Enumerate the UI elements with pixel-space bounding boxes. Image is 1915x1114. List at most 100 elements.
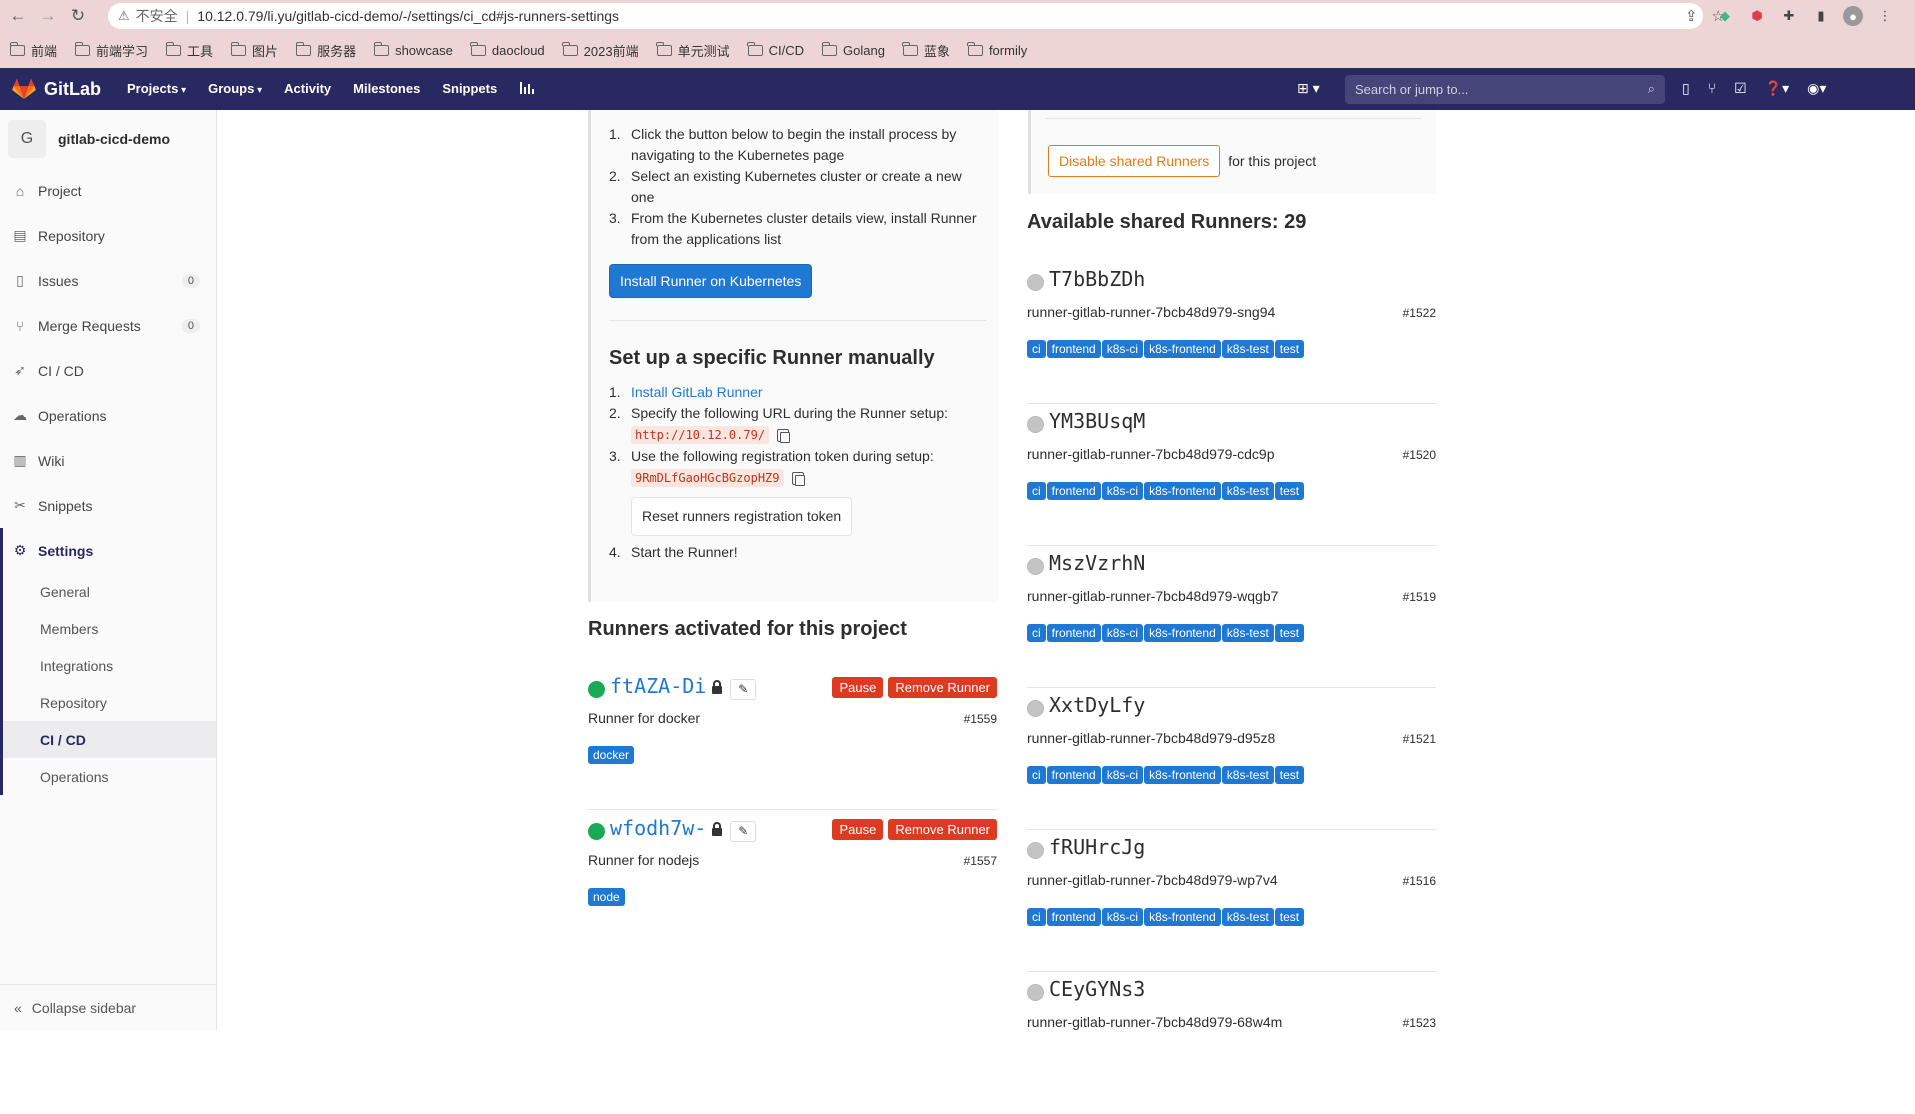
runner-id: #1523 bbox=[1402, 1016, 1436, 1030]
folder-icon bbox=[821, 41, 837, 56]
bookmark-folder[interactable]: 图片 bbox=[230, 41, 278, 60]
sidebar-item-wiki[interactable]: ▥ Wiki bbox=[0, 438, 216, 483]
menu-kebab-icon[interactable]: ⋮ bbox=[1875, 6, 1895, 26]
activated-runner: ftAZA-Di ✎ Pause Remove Runner Runner for do… bbox=[588, 668, 997, 810]
disable-shared-runners-button[interactable]: Disable shared Runners bbox=[1048, 145, 1221, 177]
pause-runner-button[interactable]: Pause bbox=[832, 819, 884, 840]
folder-icon bbox=[470, 41, 486, 56]
bookmark-folder[interactable]: 单元测试 bbox=[656, 41, 730, 60]
copy-token-icon[interactable] bbox=[791, 471, 805, 486]
bookmark-folder[interactable]: 工具 bbox=[165, 41, 213, 60]
runner-description: runner-gitlab-runner-7bcb48d979-68w4m bbox=[1027, 1014, 1283, 1030]
folder-icon bbox=[74, 41, 91, 56]
settings-sub-ci-cd[interactable]: CI / CD bbox=[3, 721, 216, 758]
runner-name-link[interactable]: ftAZA-Di bbox=[610, 674, 706, 698]
runner-tag: k8s-ci bbox=[1101, 340, 1144, 358]
sidebar-item-settings[interactable]: ⚙ Settings bbox=[3, 528, 216, 573]
profile-avatar-icon[interactable]: ● bbox=[1843, 6, 1863, 26]
extension-shield-icon[interactable]: ⬢ bbox=[1747, 6, 1767, 26]
project-header[interactable]: G gitlab-cicd-demo bbox=[0, 110, 216, 168]
bookmark-folder[interactable]: 服务器 bbox=[295, 41, 356, 60]
runner-tag: frontend bbox=[1046, 766, 1101, 784]
bookmark-folder[interactable]: 2023前端 bbox=[562, 41, 639, 60]
remove-runner-button[interactable]: Remove Runner bbox=[888, 819, 997, 840]
status-offline-icon bbox=[1027, 699, 1044, 717]
forward-icon[interactable]: → bbox=[36, 4, 60, 28]
status-offline-icon bbox=[1027, 273, 1044, 291]
help-icon[interactable]: ❓▾ bbox=[1765, 80, 1789, 97]
edit-runner-button[interactable]: ✎ bbox=[730, 820, 757, 842]
extensions-puzzle-icon[interactable]: ✚ bbox=[1779, 6, 1799, 26]
url-text[interactable]: 10.12.0.79/li.yu/gitlab-cicd-demo/-/sett… bbox=[197, 8, 619, 24]
sidebar-item-ci-cd[interactable]: ➶ CI / CD bbox=[0, 348, 216, 393]
specific-runners-panel: 1. Click the button below to begin the in… bbox=[588, 110, 998, 602]
folder-icon bbox=[562, 41, 578, 56]
todos-icon[interactable]: ☑ bbox=[1734, 80, 1747, 97]
settings-sub-repository[interactable]: Repository bbox=[3, 684, 216, 721]
shared-runner: XxtDyLfy runner-gitlab-runner-7bcb48d979-… bbox=[1027, 688, 1436, 830]
project-name[interactable]: gitlab-cicd-demo bbox=[58, 131, 170, 147]
bookmark-folder[interactable]: showcase bbox=[373, 41, 453, 58]
bookmark-folder[interactable]: 前端学习 bbox=[74, 41, 148, 60]
nav-activity[interactable]: Activity bbox=[284, 81, 331, 98]
sidebar-item-label: Issues bbox=[38, 272, 79, 289]
runner-tags: ci frontend k8s-ci k8s-frontend k8s-test test bbox=[1027, 766, 1305, 784]
bookmark-folder[interactable]: Golang bbox=[821, 41, 885, 58]
sidebar-item-label: CI / CD bbox=[38, 362, 84, 379]
runner-description: Runner for docker bbox=[588, 710, 701, 726]
edit-runner-button[interactable]: ✎ bbox=[730, 678, 757, 700]
search-input[interactable]: Search or jump to... ⌕ bbox=[1345, 75, 1665, 104]
install-gitlab-runner-link[interactable]: Install GitLab Runner bbox=[631, 384, 763, 400]
repository-icon: ▤ bbox=[13, 227, 27, 243]
reset-token-button[interactable]: Reset runners registration token bbox=[631, 497, 853, 536]
reload-icon[interactable]: ↻ bbox=[66, 4, 90, 28]
nav-snippets[interactable]: Snippets bbox=[442, 81, 497, 98]
book-icon: ▥ bbox=[13, 452, 27, 468]
new-item-plus-icon[interactable]: ⊞ ▾ bbox=[1297, 80, 1320, 97]
user-avatar-icon[interactable]: ◉▾ bbox=[1807, 80, 1826, 97]
settings-sub-integrations[interactable]: Integrations bbox=[3, 647, 216, 684]
activated-runners-list: ftAZA-Di ✎ Pause Remove Runner Runner for do… bbox=[588, 668, 997, 952]
bookmark-folder[interactable]: formily bbox=[967, 41, 1027, 58]
merge-requests-header-icon[interactable]: ⑂ bbox=[1708, 80, 1716, 97]
bookmark-folder[interactable]: 前端 bbox=[9, 41, 57, 60]
sidebar-item-project[interactable]: ⌂ Project bbox=[0, 168, 216, 213]
sidebar-item-snippets[interactable]: ✂ Snippets bbox=[0, 483, 216, 528]
sidebar-item-issues[interactable]: ▯ Issues 0 bbox=[0, 258, 216, 303]
pause-runner-button[interactable]: Pause bbox=[832, 677, 884, 698]
gitlab-logo[interactable]: GitLab bbox=[12, 78, 101, 100]
runner-tag: test bbox=[1274, 766, 1305, 784]
folder-icon bbox=[9, 41, 25, 56]
copy-url-icon[interactable] bbox=[777, 428, 791, 443]
nav-milestones[interactable]: Milestones bbox=[353, 81, 420, 98]
runner-tag: frontend bbox=[1046, 908, 1101, 926]
side-panel-icon[interactable]: ▮ bbox=[1811, 6, 1831, 26]
runner-tag: test bbox=[1274, 908, 1305, 926]
sidebar-item-repository[interactable]: ▤ Repository bbox=[0, 213, 216, 258]
issues-header-icon[interactable]: ▯ bbox=[1682, 80, 1690, 97]
nav-groups[interactable]: Groups bbox=[208, 81, 262, 98]
chart-icon[interactable] bbox=[519, 81, 535, 98]
install-runner-kubernetes-button[interactable]: Install Runner on Kubernetes bbox=[609, 264, 813, 298]
manual-steps-list: 1. Install GitLab Runner 2. Specify the fo… bbox=[591, 382, 986, 563]
bookmark-folder[interactable]: CI/CD bbox=[747, 41, 804, 58]
back-icon[interactable]: ← bbox=[6, 4, 30, 28]
folder-icon bbox=[165, 41, 182, 56]
collapse-sidebar-button[interactable]: « Collapse sidebar bbox=[0, 984, 216, 1030]
settings-sub-general[interactable]: General bbox=[3, 573, 216, 610]
settings-sub-operations[interactable]: Operations bbox=[3, 758, 216, 795]
runner-tag: k8s-test bbox=[1221, 624, 1274, 642]
sidebar-item-operations[interactable]: ☁ Operations bbox=[0, 393, 216, 438]
runner-name-link[interactable]: wfodh7w- bbox=[610, 816, 706, 840]
runner-description: Runner for nodejs bbox=[588, 852, 700, 868]
remove-runner-button[interactable]: Remove Runner bbox=[888, 677, 997, 698]
bookmark-folder[interactable]: daocloud bbox=[470, 41, 545, 58]
bookmark-folder[interactable]: 蓝象 bbox=[902, 41, 950, 60]
settings-sub-members[interactable]: Members bbox=[3, 610, 216, 647]
nav-projects[interactable]: Projects bbox=[127, 81, 186, 98]
folder-icon bbox=[656, 41, 672, 56]
share-icon[interactable]: ⇪ bbox=[1685, 7, 1698, 25]
sidebar-item-merge-requests[interactable]: ⑂ Merge Requests 0 bbox=[0, 303, 216, 348]
extension-vue-icon[interactable]: ◆ bbox=[1715, 6, 1735, 26]
address-bar[interactable]: ⚠ 不安全 | 10.12.0.79/li.yu/gitlab-cicd-dem… bbox=[108, 3, 1703, 29]
